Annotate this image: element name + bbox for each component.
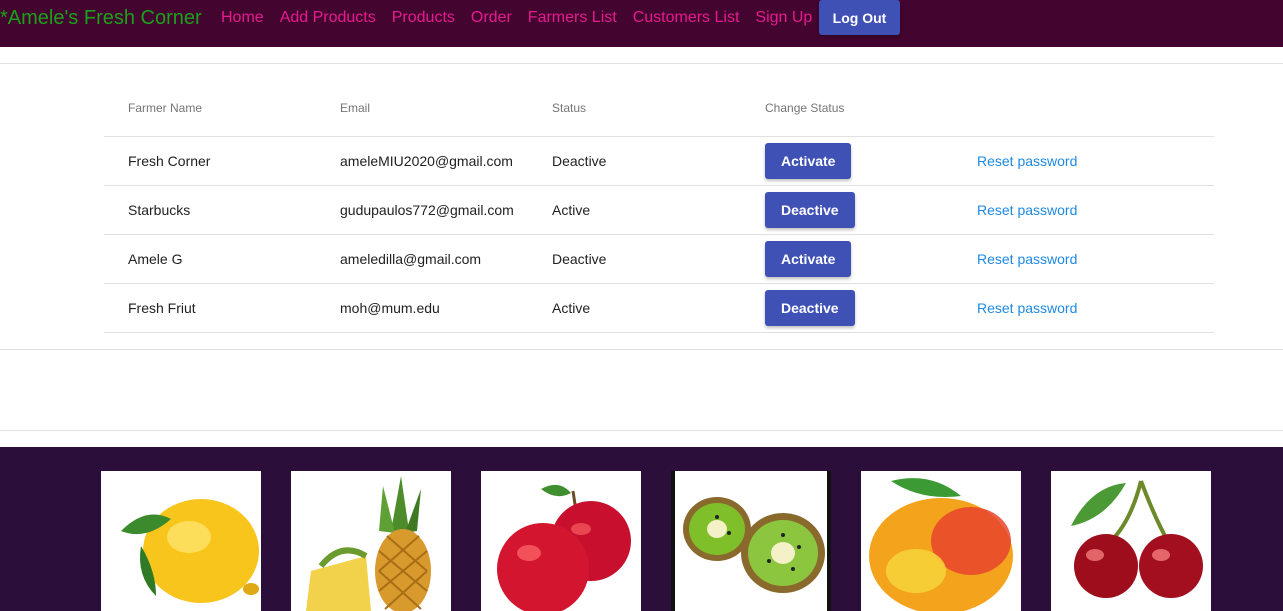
- farmer-name: Fresh Corner: [128, 153, 211, 169]
- nav-item-home[interactable]: Home: [221, 9, 264, 27]
- farmer-email: gudupaulos772@gmail.com: [340, 202, 514, 218]
- reset-password-link[interactable]: Reset password: [977, 202, 1077, 218]
- change-status-button[interactable]: Deactive: [765, 192, 855, 228]
- farmer-name: Fresh Friut: [128, 300, 196, 316]
- farmer-email: ameleMIU2020@gmail.com: [340, 153, 513, 169]
- top-navbar: *Amele's Fresh Corner Home Add Products …: [0, 0, 1283, 47]
- nav-item-farmers-list[interactable]: Farmers List: [528, 9, 617, 27]
- kiwi-icon: [671, 471, 831, 611]
- divider: [0, 349, 1283, 350]
- farmer-status: Active: [552, 300, 591, 316]
- header-status: Status: [552, 101, 587, 115]
- farmer-status: Active: [552, 202, 591, 218]
- header-change-status: Change Status: [765, 101, 845, 115]
- farmers-table: Farmer Name Email Status Change Status F…: [104, 87, 1214, 333]
- divider: [0, 430, 1283, 431]
- table-row: Fresh Friut moh@mum.edu Active Deactive …: [104, 284, 1214, 333]
- nav-item-sign-up[interactable]: Sign Up: [755, 9, 812, 27]
- pineapple-icon: [291, 471, 451, 611]
- reset-password-link[interactable]: Reset password: [977, 251, 1077, 267]
- header-email: Email: [340, 101, 371, 115]
- nav-item-products[interactable]: Products: [392, 9, 455, 27]
- nav-item-add-products[interactable]: Add Products: [280, 9, 376, 27]
- table-row: Fresh Corner ameleMIU2020@gmail.com Deac…: [104, 137, 1214, 186]
- farmer-email: ameledilla@gmail.com: [340, 251, 482, 267]
- change-status-button[interactable]: Activate: [765, 143, 852, 179]
- apple-icon: [481, 471, 641, 611]
- divider: [0, 63, 1283, 64]
- farmer-status: Deactive: [552, 153, 607, 169]
- footer-gallery: [0, 447, 1283, 611]
- cherry-icon: [1051, 471, 1211, 611]
- table-row: Starbucks gudupaulos772@gmail.com Active…: [104, 186, 1214, 235]
- table-header: Farmer Name Email Status Change Status: [104, 87, 1214, 137]
- header-farmer-name: Farmer Name: [128, 101, 203, 115]
- reset-password-link[interactable]: Reset password: [977, 153, 1077, 169]
- table-row: Amele G ameledilla@gmail.com Deactive Ac…: [104, 235, 1214, 284]
- nav-item-order[interactable]: Order: [471, 9, 512, 27]
- change-status-button[interactable]: Activate: [765, 241, 852, 277]
- farmer-name: Amele G: [128, 251, 183, 267]
- farmer-email: moh@mum.edu: [340, 300, 440, 316]
- logout-button[interactable]: Log Out: [819, 0, 900, 35]
- mango-icon: [861, 471, 1021, 611]
- change-status-button[interactable]: Deactive: [765, 290, 855, 326]
- nav-links: Home Add Products Products Order Farmers…: [221, 9, 828, 27]
- lemon-icon: [101, 471, 261, 611]
- brand-title[interactable]: *Amele's Fresh Corner: [0, 7, 202, 30]
- farmer-status: Deactive: [552, 251, 607, 267]
- nav-item-customers-list[interactable]: Customers List: [633, 9, 740, 27]
- farmer-name: Starbucks: [128, 202, 191, 218]
- reset-password-link[interactable]: Reset password: [977, 300, 1077, 316]
